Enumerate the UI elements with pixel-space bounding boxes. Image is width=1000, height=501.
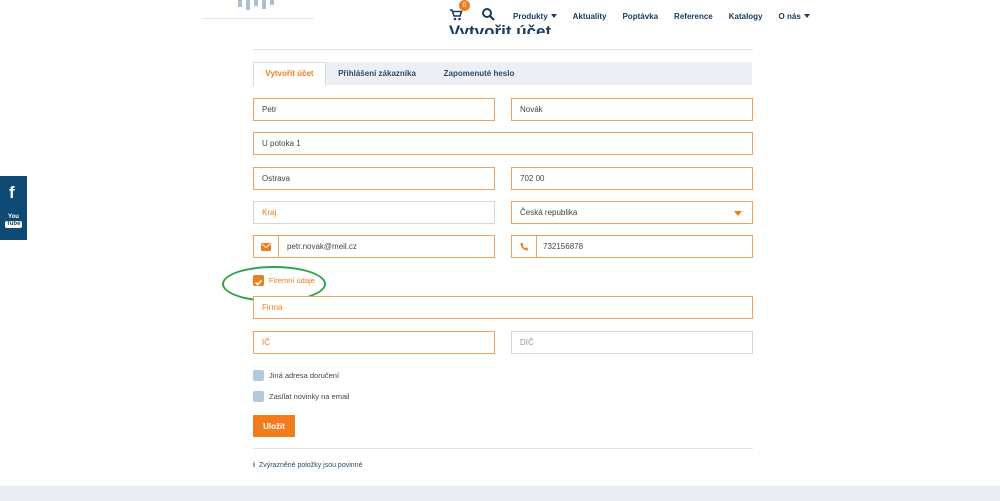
account-tabs: Vytvořit účet Přihlášení zákazníka Zapom…: [253, 62, 752, 86]
nav-label: Reference: [674, 11, 713, 21]
company-checkbox[interactable]: [253, 275, 264, 286]
cart-count-badge: 0: [459, 0, 470, 11]
envelope-icon: [254, 236, 279, 257]
other-address-checkbox[interactable]: [253, 370, 264, 381]
save-button[interactable]: Uložit: [253, 415, 295, 437]
street-value: U potoka 1: [262, 139, 301, 148]
city-value: Ostrava: [262, 174, 291, 183]
chevron-down-icon: [550, 14, 557, 18]
checkmark-icon: [254, 279, 263, 286]
youtube-label-top: You: [8, 214, 19, 220]
newsletter-checkbox[interactable]: [253, 391, 264, 402]
nav-label: O nás: [778, 11, 801, 21]
chevron-down-icon: [734, 211, 742, 216]
street-field[interactable]: U potoka 1: [253, 132, 753, 155]
facebook-icon[interactable]: f: [9, 183, 15, 203]
required-fields-text: Zvýrazněné položky jsou povinné: [258, 462, 363, 469]
region-field[interactable]: Kraj: [253, 201, 495, 224]
last-name-value: Novák: [520, 105, 543, 114]
divider: [253, 448, 753, 449]
company-placeholder: Firma: [262, 303, 283, 312]
company-field[interactable]: Firma: [253, 296, 753, 319]
dic-placeholder: DIČ: [520, 338, 534, 347]
footer: [0, 486, 1000, 501]
info-icon: i: [253, 462, 255, 469]
nav-item-poptavka[interactable]: Poptávka: [622, 12, 658, 21]
page-title: Vytvořit účet: [448, 22, 552, 34]
ic-placeholder: IČ: [262, 338, 270, 347]
dic-field[interactable]: DIČ: [511, 331, 753, 354]
last-name-field[interactable]: Novák: [511, 98, 753, 121]
logo-mark-icon: [238, 0, 274, 10]
phone-icon: [512, 236, 537, 257]
nav-label: Katalogy: [728, 11, 763, 21]
nav-item-o-nas[interactable]: O nás: [779, 12, 810, 21]
tab-forgotten-password[interactable]: Zapomenuté heslo: [433, 62, 525, 85]
zip-field[interactable]: 702 00: [511, 167, 753, 190]
city-field[interactable]: Ostrava: [253, 167, 495, 190]
phone-value: 732156878: [543, 242, 584, 251]
logo[interactable]: [202, 0, 314, 19]
newsletter-label[interactable]: Zasílat novinky na email: [269, 392, 349, 401]
company-checkbox-label[interactable]: Firemní údaje: [269, 276, 315, 285]
tab-customer-login[interactable]: Přihlášení zákazníka: [331, 62, 423, 85]
region-placeholder: Kraj: [262, 208, 277, 217]
first-name-value: Petr: [262, 105, 277, 114]
youtube-icon[interactable]: You Tube: [5, 214, 22, 228]
email-field[interactable]: petr.novak@meil.cz: [253, 235, 495, 258]
nav-item-reference[interactable]: Reference: [674, 12, 713, 21]
country-select[interactable]: Česká republika: [511, 201, 753, 224]
first-name-field[interactable]: Petr: [253, 98, 495, 121]
tab-create-account[interactable]: Vytvořit účet: [253, 62, 326, 86]
chevron-down-icon: [803, 14, 810, 18]
search-icon[interactable]: [481, 7, 495, 21]
required-fields-note: i Zvýrazněné položky jsou povinné: [253, 462, 362, 469]
divider: [253, 49, 753, 50]
zip-value: 702 00: [520, 174, 545, 183]
social-sidebar: f You Tube: [0, 176, 27, 240]
ic-field[interactable]: IČ: [253, 331, 495, 354]
other-address-label[interactable]: Jiná adresa doručení: [269, 371, 339, 380]
phone-field[interactable]: 732156878: [511, 235, 753, 258]
email-value: petr.novak@meil.cz: [287, 242, 357, 251]
youtube-label-bottom: Tube: [5, 221, 22, 228]
nav-label: Poptávka: [622, 11, 659, 21]
country-value: Česká republika: [520, 208, 578, 217]
nav-item-katalogy[interactable]: Katalogy: [729, 12, 763, 21]
